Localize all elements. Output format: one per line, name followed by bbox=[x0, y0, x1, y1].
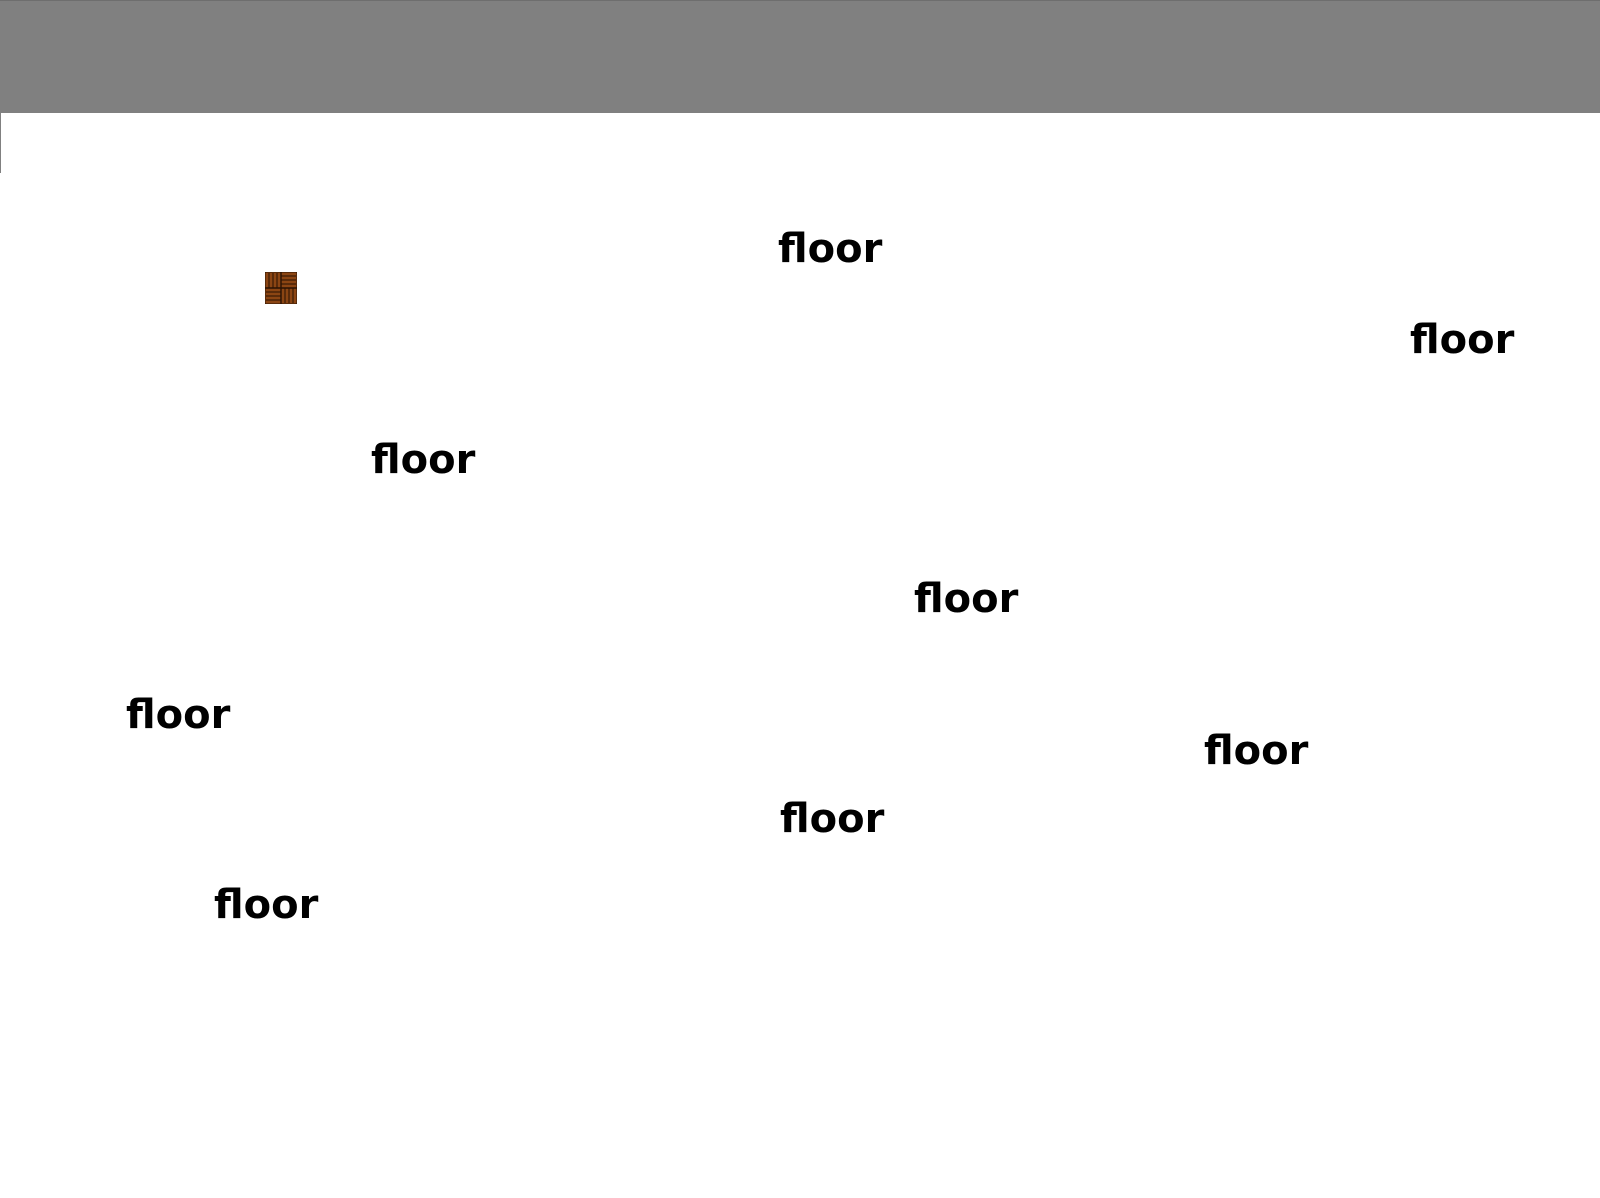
floor-label[interactable]: floor bbox=[214, 885, 318, 925]
floor-label[interactable]: floor bbox=[778, 229, 882, 269]
floor-label[interactable]: floor bbox=[780, 799, 884, 839]
left-edge-divider bbox=[0, 113, 1, 173]
top-toolbar bbox=[0, 0, 1600, 113]
floor-label[interactable]: floor bbox=[371, 440, 475, 480]
floor-label[interactable]: floor bbox=[1204, 731, 1308, 771]
floor-label[interactable]: floor bbox=[126, 695, 230, 735]
floor-label[interactable]: floor bbox=[1410, 320, 1514, 360]
floor-label[interactable]: floor bbox=[914, 579, 1018, 619]
parquet-floor-tile-icon[interactable] bbox=[264, 271, 298, 305]
